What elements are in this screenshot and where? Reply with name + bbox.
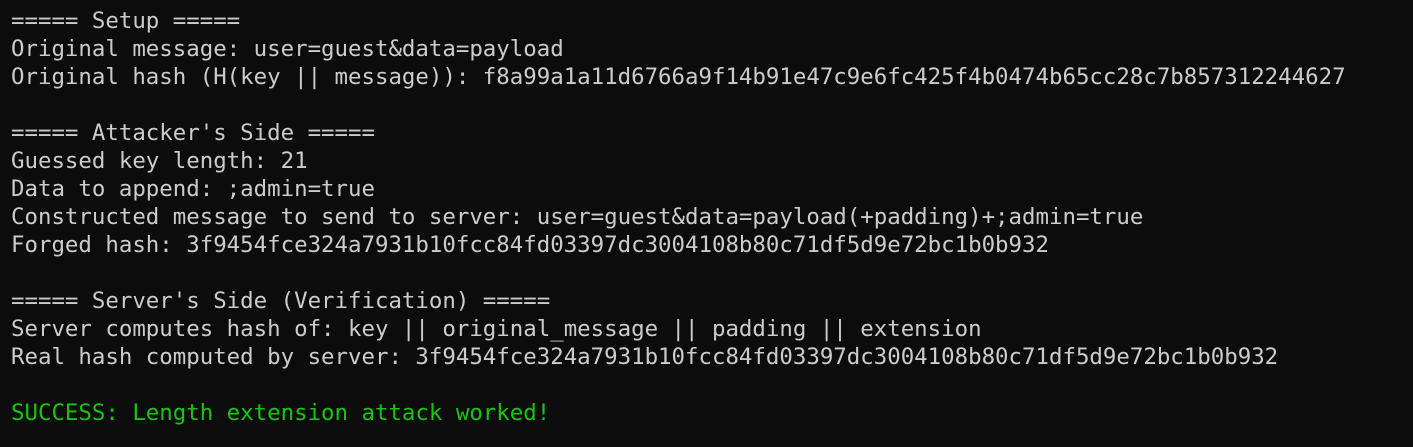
server-header: ===== Server's Side (Verification) ===== (11, 288, 551, 314)
data-to-append-line: Data to append: ;admin=true (11, 176, 375, 202)
guessed-key-length-line: Guessed key length: 21 (11, 148, 308, 174)
server-computes-line: Server computes hash of: key || original… (11, 316, 982, 342)
original-message-line: Original message: user=guest&data=payloa… (11, 36, 564, 62)
constructed-message-line: Constructed message to send to server: u… (11, 204, 1144, 230)
real-hash-line: Real hash computed by server: 3f9454fce3… (11, 344, 1279, 370)
forged-hash-line: Forged hash: 3f9454fce324a7931b10fcc84fd… (11, 232, 1049, 258)
original-hash-line: Original hash (H(key || message)): f8a99… (11, 64, 1346, 90)
success-message: SUCCESS: Length extension attack worked! (11, 400, 551, 426)
terminal-output[interactable]: ===== Setup ===== Original message: user… (0, 0, 1413, 447)
setup-header: ===== Setup ===== (11, 8, 241, 34)
attacker-header: ===== Attacker's Side ===== (11, 120, 375, 146)
